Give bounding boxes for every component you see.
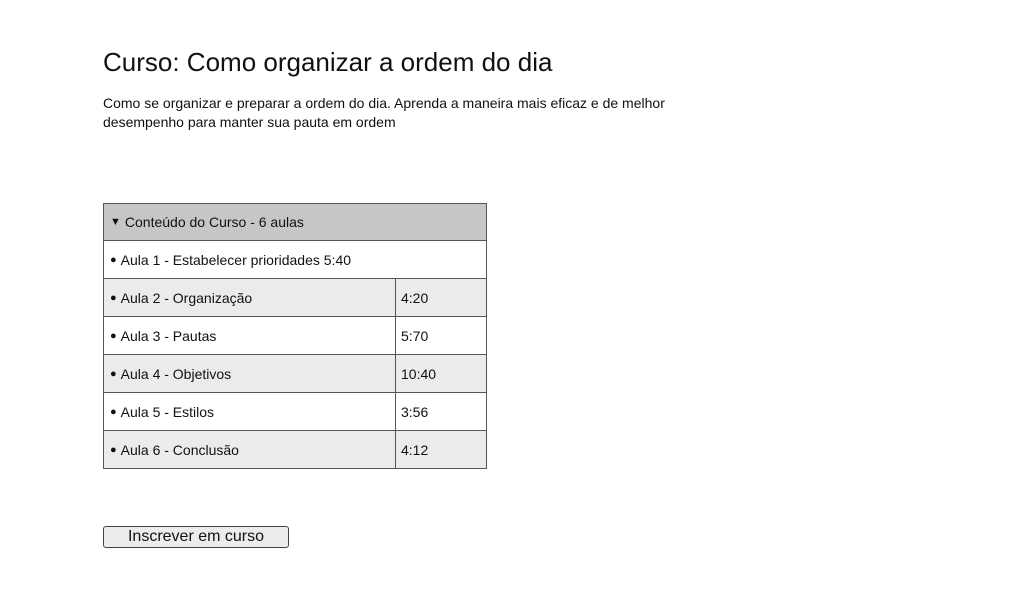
bullet-icon: ●: [110, 405, 117, 418]
lesson-duration: 4:12: [401, 441, 429, 458]
enroll-course-button[interactable]: Inscrever em curso: [103, 526, 289, 548]
lesson-row[interactable]: ● Aula 5 - Estilos 3:56: [104, 392, 486, 430]
bullet-icon: ●: [110, 291, 117, 304]
lesson-label: Aula 2 - Organização: [120, 289, 253, 306]
lesson-duration: 5:70: [401, 327, 429, 344]
lesson-duration: 3:56: [401, 403, 429, 420]
lesson-title-cell: ● Aula 6 - Conclusão: [104, 431, 396, 468]
course-content-table: ▼ Conteúdo do Curso - 6 aulas ● Aula 1 -…: [103, 203, 487, 469]
lesson-row[interactable]: ● Aula 1 - Estabelecer prioridades 5:40: [104, 241, 486, 278]
lesson-label: Aula 4 - Objetivos: [120, 365, 232, 382]
bullet-icon: ●: [110, 329, 117, 342]
lesson-title-cell: ● Aula 2 - Organização: [104, 279, 396, 316]
lesson-title-cell: ● Aula 1 - Estabelecer prioridades 5:40: [104, 241, 351, 278]
lesson-row[interactable]: ● Aula 2 - Organização 4:20: [104, 278, 486, 316]
lesson-row[interactable]: ● Aula 4 - Objetivos 10:40: [104, 354, 486, 392]
course-content-header-label: Conteúdo do Curso - 6 aulas: [124, 214, 304, 230]
lesson-duration: 10:40: [401, 365, 437, 382]
triangle-down-icon: ▼: [110, 216, 121, 228]
lesson-row[interactable]: ● Aula 6 - Conclusão 4:12: [104, 430, 486, 468]
page-title: Curso: Como organizar a ordem do dia: [103, 47, 553, 77]
lesson-label: Aula 6 - Conclusão: [120, 441, 239, 458]
lesson-title-cell: ● Aula 3 - Pautas: [104, 317, 396, 354]
lesson-label: Aula 1 - Estabelecer prioridades 5:40: [120, 251, 352, 268]
course-description: Como se organizar e preparar a ordem do …: [103, 95, 665, 130]
lesson-duration: 4:20: [401, 289, 429, 306]
bullet-icon: ●: [110, 367, 117, 380]
lesson-label: Aula 3 - Pautas: [120, 327, 217, 344]
lesson-label: Aula 5 - Estilos: [120, 403, 215, 420]
bullet-icon: ●: [110, 253, 117, 266]
lesson-title-cell: ● Aula 5 - Estilos: [104, 393, 396, 430]
lesson-row[interactable]: ● Aula 3 - Pautas 5:70: [104, 316, 486, 354]
lesson-title-cell: ● Aula 4 - Objetivos: [104, 355, 396, 392]
course-content-toggle[interactable]: ▼ Conteúdo do Curso - 6 aulas: [104, 204, 486, 241]
bullet-icon: ●: [110, 443, 117, 456]
